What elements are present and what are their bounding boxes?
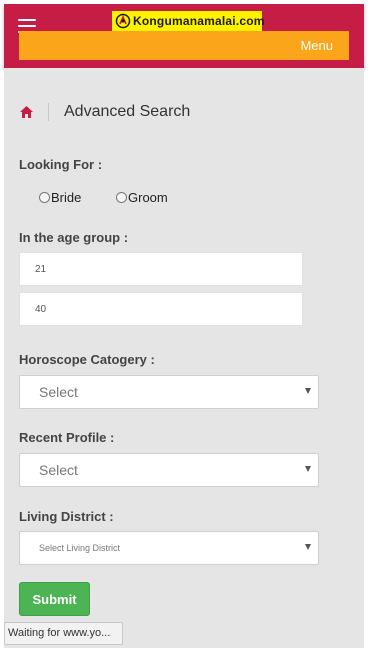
age-from-input[interactable]: 21	[19, 252, 303, 286]
home-icon[interactable]	[19, 105, 34, 119]
breadcrumb: Advanced Search	[19, 102, 190, 122]
recent-profile-label: Recent Profile :	[19, 430, 115, 445]
horoscope-label: Horoscope Catogery :	[19, 352, 155, 367]
radio-groom[interactable]: Groom	[116, 190, 168, 205]
groom-label[interactable]: Groom	[128, 190, 168, 205]
top-header: Kongumanamalai.com Menu	[4, 4, 364, 68]
dropdown-arrow-icon	[305, 544, 311, 550]
horoscope-select-value: Select	[39, 384, 78, 400]
living-district-label: Living District :	[19, 509, 114, 524]
groom-radio-button[interactable]	[116, 192, 127, 203]
living-district-select[interactable]: Select Living District	[19, 531, 319, 565]
dropdown-arrow-icon	[305, 388, 311, 394]
page-title: Advanced Search	[64, 103, 191, 120]
age-group-label: In the age group :	[19, 230, 129, 245]
menu-bar[interactable]: Menu	[19, 31, 349, 60]
site-logo[interactable]: Kongumanamalai.com	[112, 11, 265, 31]
submit-button[interactable]: Submit	[19, 582, 90, 616]
browser-status-bar: Waiting for www.yo...	[4, 622, 123, 645]
search-panel: Advanced Search Looking For : Bride Groo…	[4, 68, 364, 648]
recent-profile-select-value: Select	[39, 462, 78, 478]
bride-radio-button[interactable]	[39, 192, 50, 203]
menu-label[interactable]: Menu	[300, 38, 333, 53]
radio-bride[interactable]: Bride	[39, 190, 81, 205]
logo-emblem-icon	[115, 13, 131, 29]
looking-for-label: Looking For :	[19, 157, 103, 172]
logo-text: Kongumanamalai.com	[133, 14, 265, 28]
horoscope-select[interactable]: Select	[19, 375, 319, 409]
dropdown-arrow-icon	[305, 466, 311, 472]
breadcrumb-divider	[48, 103, 49, 121]
bride-label[interactable]: Bride	[51, 190, 81, 205]
recent-profile-select[interactable]: Select	[19, 453, 319, 487]
living-district-select-value: Select Living District	[39, 543, 121, 553]
age-to-input[interactable]: 40	[19, 292, 303, 326]
